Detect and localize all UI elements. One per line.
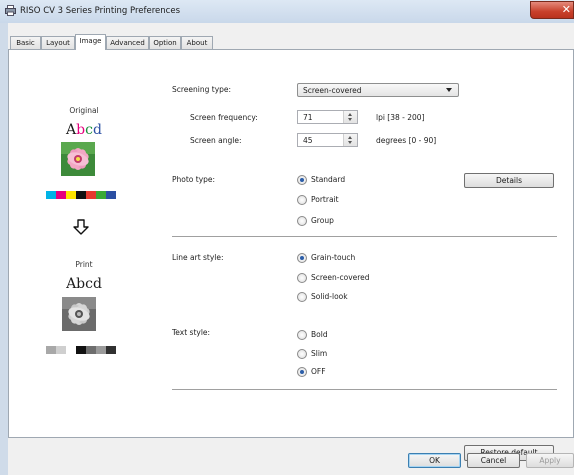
sample-letter: b <box>76 122 86 138</box>
original-flower-image <box>61 142 95 176</box>
color-swatch <box>106 346 116 354</box>
screen-frequency-label: Screen frequency: <box>190 113 258 122</box>
sample-letter: A <box>66 122 77 138</box>
radio-label: OFF <box>311 367 326 376</box>
radio-label: Standard <box>311 175 346 184</box>
color-swatch <box>46 191 56 199</box>
color-swatch <box>86 191 96 199</box>
spin-down-icon <box>348 141 352 144</box>
photo-type-label: Photo type: <box>172 175 216 184</box>
radio-selected-icon <box>297 253 307 263</box>
original-sample-text: Abcd <box>9 122 159 138</box>
color-swatch <box>86 346 96 354</box>
arrow-down-icon <box>73 219 89 235</box>
ok-button[interactable]: OK <box>408 453 461 468</box>
radio-unselected-icon <box>297 330 307 340</box>
color-swatch <box>46 346 56 354</box>
sample-letter: d <box>92 122 102 138</box>
tab-image[interactable]: Image <box>75 34 106 50</box>
radio-label: Slim <box>311 349 328 358</box>
tab-layout[interactable]: Layout <box>41 36 75 49</box>
apply-button[interactable]: Apply <box>526 453 574 468</box>
screen-angle-value: 45 <box>303 136 313 145</box>
spin-up-icon <box>348 113 352 116</box>
color-swatch <box>76 346 86 354</box>
radio-unselected-icon <box>297 273 307 283</box>
color-swatch <box>66 191 76 199</box>
screening-type-label: Screening type: <box>172 85 232 94</box>
spin-buttons[interactable] <box>343 111 357 123</box>
radio-label: Bold <box>311 330 328 339</box>
color-swatch <box>66 346 76 354</box>
radio-label: Grain-touch <box>311 253 356 262</box>
original-label: Original <box>69 106 99 115</box>
chevron-down-icon <box>446 88 452 92</box>
screen-angle-spinner[interactable]: 45 <box>297 133 358 147</box>
print-gray-swatches <box>46 346 116 354</box>
screen-frequency-value: 71 <box>303 113 313 122</box>
color-swatch <box>106 191 116 199</box>
radio-unselected-icon <box>297 216 307 226</box>
radio-selected-icon <box>297 367 307 377</box>
sample-letter: c <box>85 122 93 138</box>
dialog-body: Basic Layout Image Advanced Option About… <box>8 23 574 475</box>
print-label: Print <box>75 260 93 269</box>
radio-unselected-icon <box>297 349 307 359</box>
print-sample-text: Abcd <box>66 276 102 292</box>
spin-buttons[interactable] <box>343 134 357 146</box>
screen-angle-range: degrees [0 - 90] <box>376 136 437 145</box>
radio-label: Screen-covered <box>311 273 370 282</box>
color-swatch <box>56 346 66 354</box>
image-tab-panel: Original Abcd Print Abcd Screening type:… <box>8 49 574 461</box>
printer-icon <box>5 5 16 16</box>
screen-frequency-spinner[interactable]: 71 <box>297 110 358 124</box>
spin-up-icon <box>348 136 352 139</box>
cancel-button[interactable]: Cancel <box>467 453 520 468</box>
radio-unselected-icon <box>297 292 307 302</box>
screen-angle-label: Screen angle: <box>190 136 242 145</box>
close-button[interactable]: ✕ <box>530 1 574 19</box>
original-color-swatches <box>46 191 116 199</box>
tab-about[interactable]: About <box>181 36 213 49</box>
window-title: RISO CV 3 Series Printing Preferences <box>20 6 180 16</box>
tab-basic[interactable]: Basic <box>10 36 41 49</box>
printing-preferences-window: RISO CV 3 Series Printing Preferences ✕ … <box>0 0 574 475</box>
line-art-style-label: Line art style: <box>172 253 224 262</box>
tab-option[interactable]: Option <box>149 36 181 49</box>
spin-down-icon <box>348 118 352 121</box>
screening-type-value: Screen-covered <box>303 86 362 95</box>
tab-advanced[interactable]: Advanced <box>106 36 149 49</box>
title-bar[interactable]: RISO CV 3 Series Printing Preferences ✕ <box>0 0 574 23</box>
color-swatch <box>56 191 66 199</box>
color-swatch <box>96 191 106 199</box>
radio-unselected-icon <box>297 195 307 205</box>
print-flower-image <box>62 297 96 331</box>
radio-label: Solid-look <box>311 292 348 301</box>
preview-area: Original Abcd Print Abcd <box>9 50 159 437</box>
radio-label: Group <box>311 216 334 225</box>
radio-label: Portrait <box>311 195 339 204</box>
radio-selected-icon <box>297 175 307 185</box>
text-style-label: Text style: <box>172 328 211 337</box>
details-button[interactable]: Details <box>464 173 554 188</box>
divider <box>172 236 557 237</box>
color-swatch <box>76 191 86 199</box>
screening-type-dropdown[interactable]: Screen-covered <box>297 83 459 97</box>
divider <box>172 389 557 390</box>
color-swatch <box>96 346 106 354</box>
screen-frequency-range: lpi [38 - 200] <box>376 113 425 122</box>
